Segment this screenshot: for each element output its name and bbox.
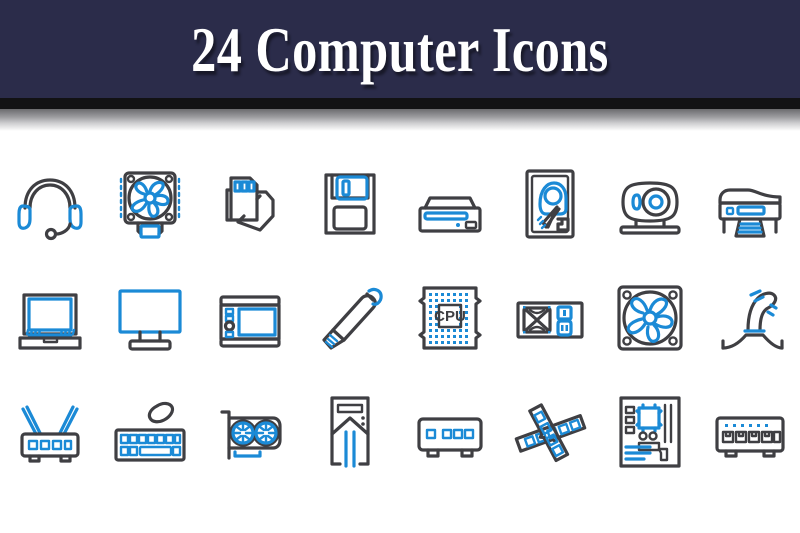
motherboard-icon — [619, 396, 681, 468]
icon-cell-projector[interactable] — [600, 149, 700, 259]
header-rule — [0, 98, 800, 109]
icon-cell-ram-memory[interactable] — [500, 377, 600, 487]
modem-icon — [417, 417, 483, 458]
icon-cell-keyboard-mouse[interactable] — [100, 377, 200, 487]
floppy-disk-icon — [324, 173, 376, 235]
usb-flash-drive-icon — [322, 287, 383, 350]
header-fade-gradient — [0, 109, 800, 131]
icon-cell-power-supply[interactable] — [500, 263, 600, 373]
icon-cell-graphics-tablet[interactable] — [200, 263, 300, 373]
icon-cell-printer-scanner[interactable] — [700, 149, 800, 259]
icon-cell-optical-drive[interactable] — [400, 149, 500, 259]
printer-scanner-icon — [718, 188, 782, 238]
page-title: 24 Computer Icons — [191, 14, 609, 85]
icon-cell-modem[interactable] — [400, 377, 500, 487]
projector-icon — [619, 181, 681, 235]
case-fan-icon — [617, 285, 683, 351]
power-supply-icon — [516, 301, 584, 339]
keyboard-mouse-icon — [114, 401, 186, 462]
icon-cell-laptop[interactable] — [0, 263, 100, 373]
graphics-tablet-icon — [219, 295, 281, 348]
icon-cell-hard-disk[interactable] — [500, 149, 600, 259]
optical-drive-icon — [418, 196, 482, 233]
wifi-router-icon — [20, 405, 80, 463]
icon-cell-joystick[interactable] — [700, 263, 800, 373]
icon-cell-usb-drive[interactable] — [300, 263, 400, 373]
icon-cell-headset[interactable] — [0, 149, 100, 259]
icon-cell-cpu-chip[interactable]: CPU — [400, 263, 500, 373]
icon-grid: CPU — [0, 133, 800, 513]
joystick-icon — [721, 289, 784, 350]
hard-disk-drive-icon — [525, 169, 575, 239]
cpu-chip-label: CPU — [434, 308, 466, 325]
network-switch-icon — [715, 416, 785, 458]
graphics-card-icon — [220, 410, 282, 460]
computer-tower-icon — [330, 396, 370, 468]
icon-cell-network-switch[interactable] — [700, 377, 800, 487]
cpu-cooler-fan-icon — [119, 171, 181, 239]
monitor-icon — [118, 289, 182, 351]
icon-cell-cpu-cooler[interactable] — [100, 149, 200, 259]
headset-icon — [17, 178, 83, 241]
laptop-icon — [18, 293, 82, 350]
ram-memory-icon — [514, 403, 587, 463]
memory-card-icon — [225, 176, 275, 232]
icon-cell-case-fan[interactable] — [600, 263, 700, 373]
icon-cell-graphics-card[interactable] — [200, 377, 300, 487]
poster-header: 24 Computer Icons — [0, 0, 800, 98]
icon-cell-motherboard[interactable] — [600, 377, 700, 487]
icon-cell-floppy-disk[interactable] — [300, 149, 400, 259]
cpu-chip-icon: CPU — [418, 286, 482, 350]
icon-cell-monitor[interactable] — [100, 263, 200, 373]
icon-cell-memory-card[interactable] — [200, 149, 300, 259]
icon-cell-wifi-router[interactable] — [0, 377, 100, 487]
icon-cell-computer-tower[interactable] — [300, 377, 400, 487]
icon-set-poster: 24 Computer Icons CPU — [0, 0, 800, 533]
